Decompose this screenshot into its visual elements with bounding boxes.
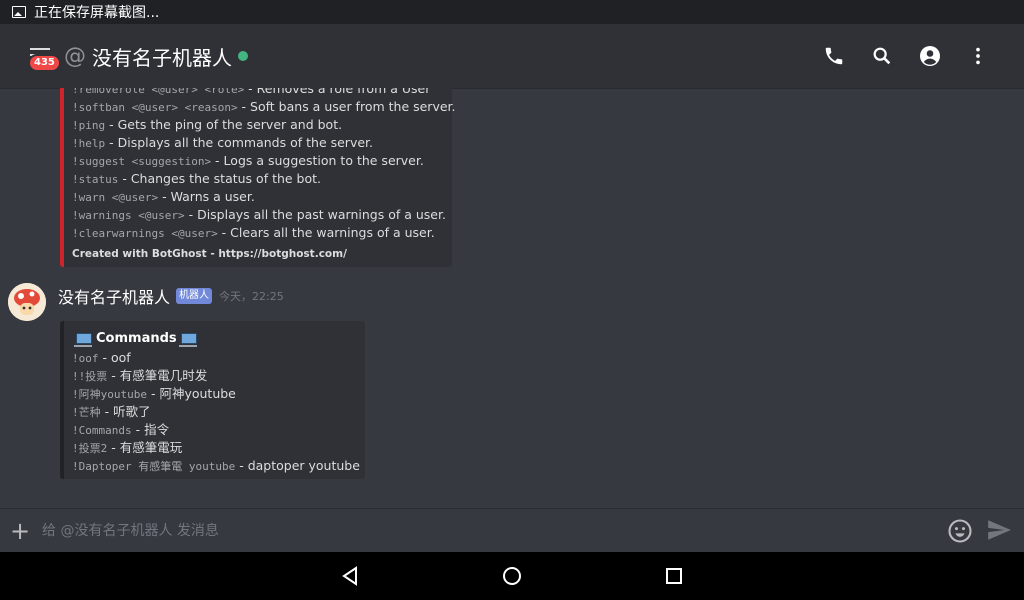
message-composer: + <box>0 508 1024 553</box>
menu-button[interactable]: 435 <box>20 36 61 76</box>
help-embed: !removerole <@user> <role> - Removes a r… <box>60 88 456 267</box>
laptop-icon <box>74 332 92 347</box>
account-icon <box>920 46 940 66</box>
command-line: !status - Changes the status of the bot. <box>72 171 322 186</box>
bot-tag: 机器人 <box>176 288 213 304</box>
back-icon <box>342 566 357 586</box>
command-line: !Commands - 指令 <box>72 422 170 437</box>
profile-button[interactable] <box>906 32 954 80</box>
embed-title: Commands <box>72 327 357 349</box>
timestamp: 今天，22:25 <box>219 290 284 303</box>
search-button[interactable] <box>858 32 906 80</box>
home-button[interactable] <box>482 552 542 600</box>
recents-button[interactable] <box>644 552 704 600</box>
command-line: !warn <@user> - Warns a user. <box>72 189 255 204</box>
back-button[interactable] <box>320 552 380 600</box>
command-line: !投票2 - 有感筆電玩 <box>72 440 183 455</box>
emoji-button[interactable] <box>946 517 974 545</box>
send-button[interactable] <box>986 517 1014 545</box>
command-line: !Daptoper 有感筆電 youtube - daptoper youtub… <box>72 458 360 473</box>
phone-icon <box>825 47 843 65</box>
unread-badge: 435 <box>28 54 61 72</box>
mushroom-avatar-icon <box>8 283 46 321</box>
command-line: !help - Displays all the commands of the… <box>72 135 374 150</box>
emoji-icon <box>948 519 972 543</box>
call-button[interactable] <box>810 32 858 80</box>
message-input[interactable] <box>40 522 946 540</box>
online-status-dot <box>238 51 248 61</box>
command-line: !芒种 - 听歌了 <box>72 404 151 419</box>
laptop-icon <box>178 332 197 347</box>
message-list[interactable]: !removerole <@user> <role> - Removes a r… <box>0 88 1024 508</box>
channel-title: 没有名子机器人 <box>92 45 232 70</box>
home-icon <box>503 567 521 585</box>
username[interactable]: 没有名子机器人 <box>58 284 170 308</box>
recents-icon <box>666 568 682 584</box>
navigation-bar <box>0 552 1024 600</box>
embed-footer: Created with BotGhost - https://botghost… <box>72 248 347 260</box>
command-line: !clearwarnings <@user> - Clears all the … <box>72 225 435 240</box>
image-icon <box>12 6 26 18</box>
avatar[interactable] <box>8 283 46 321</box>
commands-embed: Commands !oof - oof !!投票 - 有感筆電几时发 !阿神yo… <box>60 321 365 479</box>
search-icon <box>873 47 891 65</box>
send-icon <box>988 520 1011 540</box>
message-header: 没有名子机器人 机器人 今天，22:25 <box>58 284 284 308</box>
status-bar: 正在保存屏幕截图... <box>0 0 1024 24</box>
more-options-button[interactable] <box>954 32 1002 80</box>
more-vert-icon <box>976 47 980 65</box>
command-line: !suggest <suggestion> - Logs a suggestio… <box>72 153 424 168</box>
channel-header: 435 @ 没有名子机器人 <box>0 24 1024 88</box>
command-line: !warnings <@user> - Displays all the pas… <box>72 207 446 222</box>
command-line: !softban <@user> <reason> - Soft bans a … <box>72 99 456 114</box>
command-line: !ping - Gets the ping of the server and … <box>72 117 343 132</box>
at-icon: @ <box>64 43 86 69</box>
add-attachment-button[interactable]: + <box>10 517 30 545</box>
command-line: !removerole <@user> <role> - Removes a r… <box>72 88 431 96</box>
screenshot-notification: 正在保存屏幕截图... <box>34 5 160 21</box>
command-line: !阿神youtube - 阿神youtube <box>72 386 236 401</box>
command-line: !!投票 - 有感筆電几时发 <box>72 368 208 383</box>
command-line: !oof - oof <box>72 350 131 365</box>
